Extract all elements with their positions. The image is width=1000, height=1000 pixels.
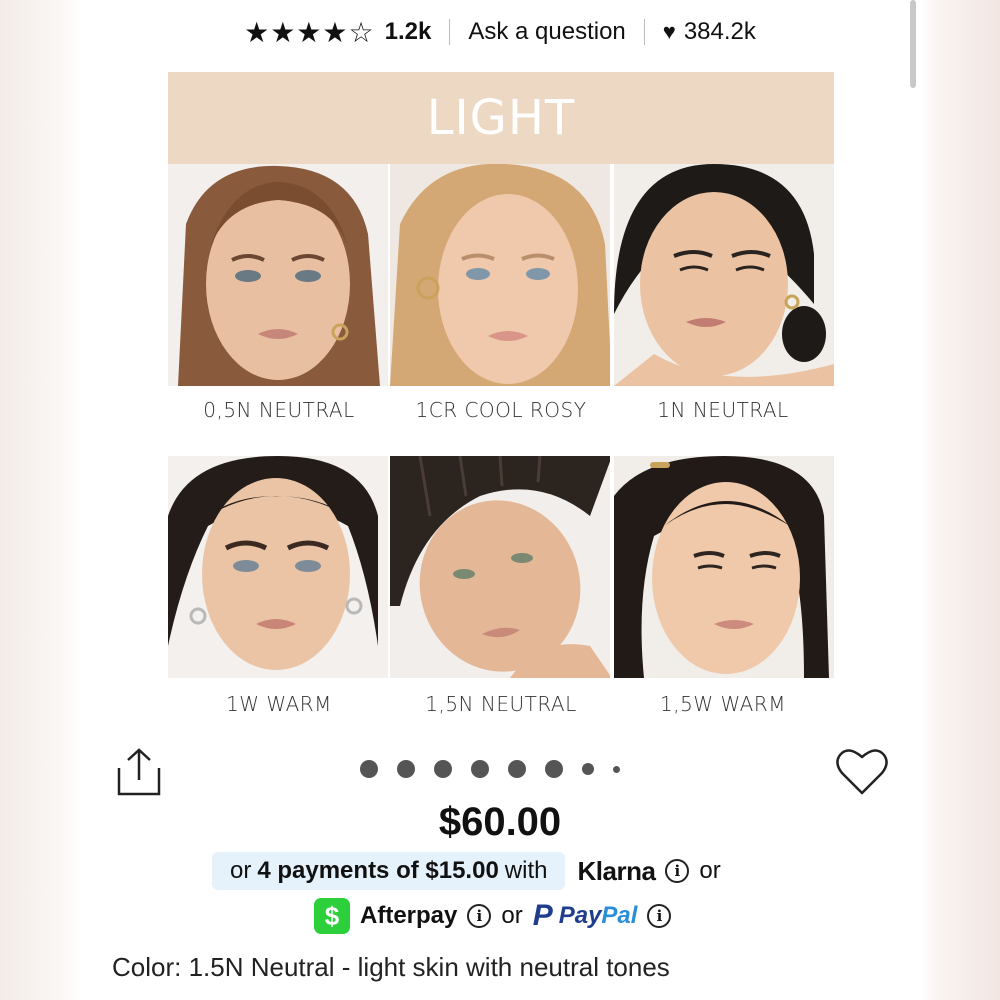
info-icon[interactable]: i xyxy=(647,904,672,928)
model-photo-2 xyxy=(390,164,610,386)
carousel-dot[interactable] xyxy=(613,765,620,773)
carousel-dot[interactable] xyxy=(360,760,378,778)
afterpay-label: Afterpay xyxy=(360,902,458,929)
paypal-pay: Pay xyxy=(558,902,602,929)
carousel-dot[interactable] xyxy=(582,763,594,775)
heart-icon[interactable] xyxy=(834,745,890,797)
rating-row: ★★★★☆ 1.2k Ask a question ♥ 384.2k xyxy=(0,14,1000,50)
shade-caption-4: 1W WARM xyxy=(226,692,332,716)
or-text: or xyxy=(699,857,721,884)
payment-options-row-2: $ Afterpay i or P PayPal i xyxy=(314,898,681,934)
price: $60.00 xyxy=(438,800,562,844)
star-rating[interactable]: ★★★★☆ xyxy=(244,16,375,49)
shade-caption-5: 1,5N NEUTRAL xyxy=(425,692,577,716)
share-icon[interactable] xyxy=(114,746,164,798)
carousel-dot[interactable] xyxy=(471,760,489,778)
model-photo-6 xyxy=(614,456,834,678)
shade-banner-title: LIGHT xyxy=(426,90,576,146)
payment-options-row: or 4 payments of $15.00 with Klarna i or xyxy=(212,852,721,890)
info-icon[interactable]: i xyxy=(665,859,690,883)
klarna-suffix: with xyxy=(504,857,548,884)
or-text: or xyxy=(501,902,523,929)
klarna-prefix: or xyxy=(230,857,252,884)
selected-color: Color: 1.5N Neutral - light skin with ne… xyxy=(112,952,670,982)
paypal-icon: P xyxy=(532,899,553,932)
info-icon[interactable]: i xyxy=(467,904,492,928)
model-photo-4 xyxy=(168,456,388,678)
divider xyxy=(449,19,451,45)
shade-caption-1: 0,5N NEUTRAL xyxy=(203,398,355,422)
heart-icon[interactable]: ♥ xyxy=(663,19,676,45)
loves-count: 384.2k xyxy=(683,18,756,45)
klarna-installments[interactable]: or 4 payments of $15.00 with xyxy=(212,852,566,890)
carousel-dot[interactable] xyxy=(434,760,452,778)
shade-caption-6: 1,5W WARM xyxy=(660,692,786,716)
carousel-dot[interactable] xyxy=(397,760,415,778)
installment-amount: 4 payments of $15.00 xyxy=(257,857,499,884)
shade-caption-2: 1CR COOL ROSY xyxy=(415,398,587,422)
paypal-pal: Pal xyxy=(601,902,638,929)
shade-caption-3: 1N NEUTRAL xyxy=(657,398,789,422)
carousel-dots[interactable] xyxy=(360,760,620,778)
model-photo-1 xyxy=(168,164,388,386)
model-photo-5 xyxy=(390,456,610,678)
carousel-dot[interactable] xyxy=(545,760,563,778)
model-photo-3 xyxy=(614,164,834,386)
cash-app-icon: $ xyxy=(314,898,350,934)
carousel-dot[interactable] xyxy=(508,760,526,778)
klarna-logo: Klarna xyxy=(577,855,656,886)
shade-banner: LIGHT xyxy=(168,72,834,164)
review-count[interactable]: 1.2k xyxy=(385,18,432,46)
ask-question-link[interactable]: Ask a question xyxy=(468,18,625,46)
divider xyxy=(643,19,645,45)
paypal-label: PayPal xyxy=(559,902,638,930)
